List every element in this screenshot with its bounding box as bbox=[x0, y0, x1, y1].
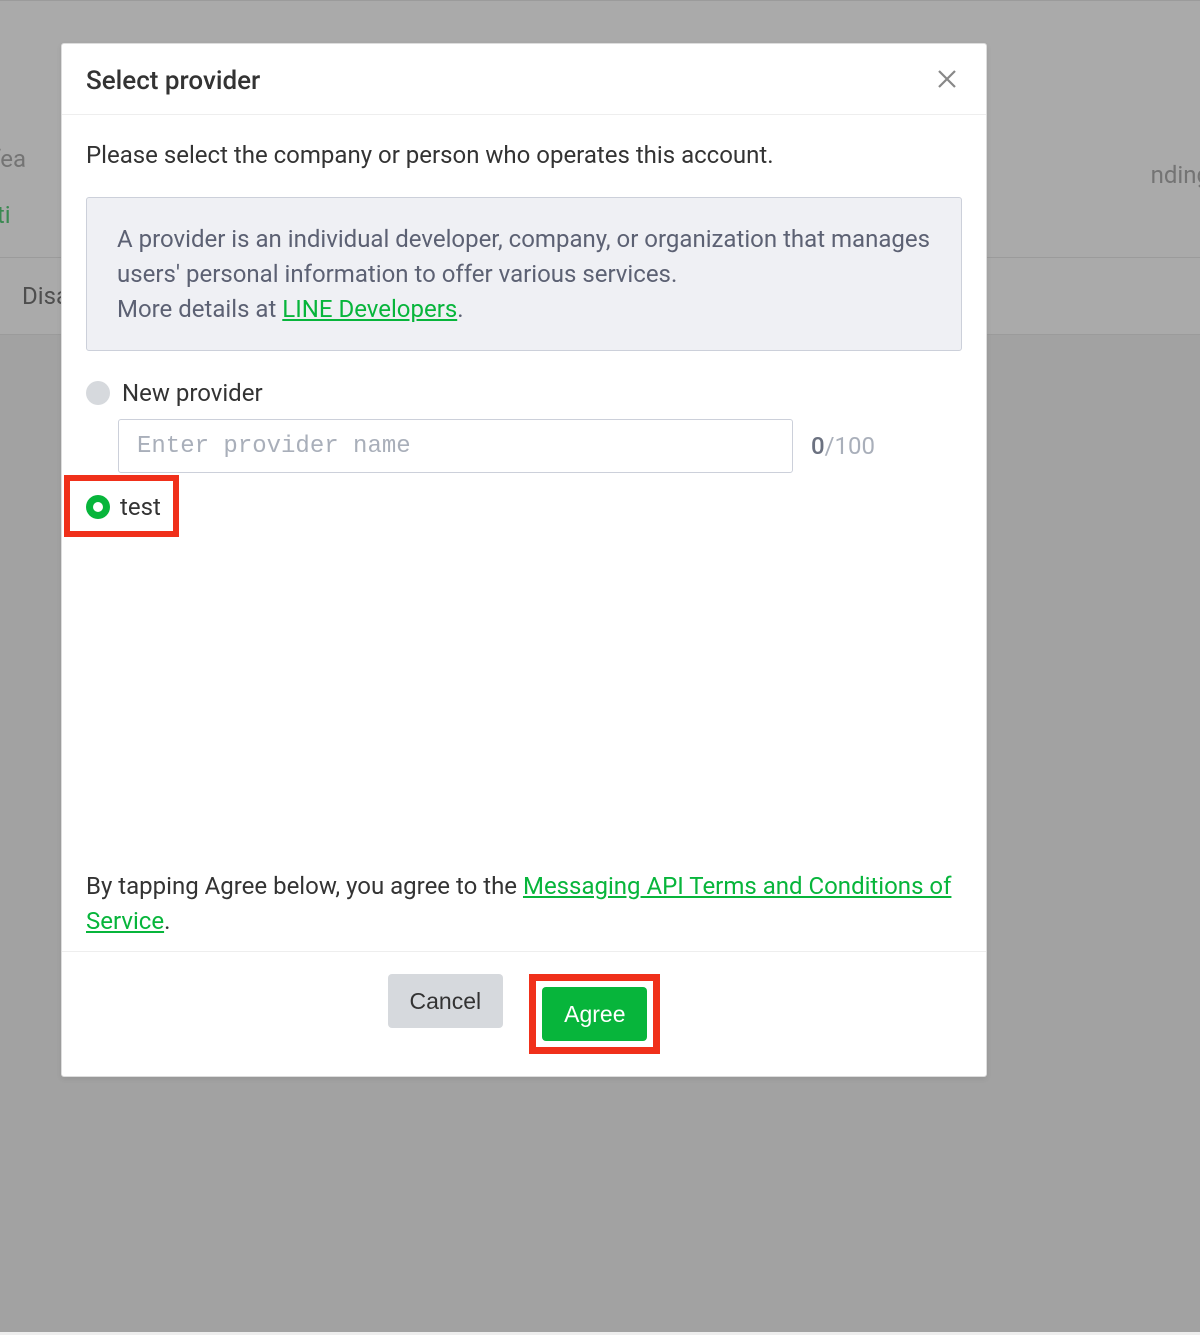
modal-footer: Cancel Agree bbox=[62, 951, 986, 1076]
modal-intro: Please select the company or person who … bbox=[86, 141, 962, 169]
provider-info-box: A provider is an individual developer, c… bbox=[86, 197, 962, 351]
modal-header: Select provider bbox=[62, 44, 986, 115]
terms-suffix: . bbox=[164, 907, 170, 935]
existing-provider-label: test bbox=[120, 493, 161, 521]
agree-button[interactable]: Agree bbox=[542, 987, 647, 1041]
provider-name-row: 0/100 bbox=[118, 419, 962, 473]
cancel-button[interactable]: Cancel bbox=[388, 974, 504, 1028]
select-provider-modal: Select provider Please select the compan… bbox=[61, 43, 987, 1077]
terms-prefix: By tapping Agree below, you agree to the bbox=[86, 872, 523, 900]
radio-on-icon bbox=[86, 495, 110, 519]
radio-off-icon bbox=[86, 381, 110, 405]
info-line-1: A provider is an individual developer, c… bbox=[117, 225, 930, 288]
line-developers-link[interactable]: LINE Developers bbox=[282, 295, 457, 323]
char-counter: 0/100 bbox=[811, 432, 875, 460]
modal-body: Please select the company or person who … bbox=[62, 115, 986, 951]
existing-provider-option-test[interactable]: test bbox=[78, 485, 175, 529]
modal-title: Select provider bbox=[86, 66, 260, 96]
char-counter-max: /100 bbox=[825, 432, 875, 460]
highlight-annotation-agree: Agree bbox=[529, 974, 660, 1054]
new-provider-label: New provider bbox=[122, 379, 263, 407]
close-button[interactable] bbox=[932, 66, 962, 96]
info-line-2-suffix: . bbox=[457, 295, 463, 323]
close-icon bbox=[935, 67, 959, 95]
char-counter-current: 0 bbox=[811, 432, 825, 460]
terms-text: By tapping Agree below, you agree to the… bbox=[86, 869, 962, 951]
info-line-2-prefix: More details at bbox=[117, 295, 282, 323]
new-provider-option[interactable]: New provider bbox=[86, 379, 962, 407]
provider-name-input[interactable] bbox=[118, 419, 793, 473]
